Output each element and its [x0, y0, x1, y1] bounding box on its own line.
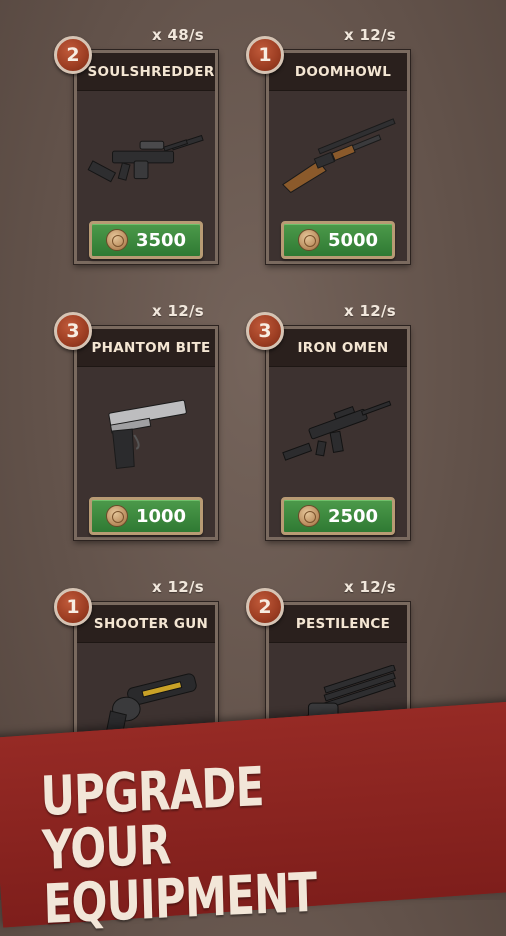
level-badge: 2 [246, 588, 284, 626]
weapon-name: PESTILENCE [269, 605, 407, 643]
fire-rate: x 12/s [344, 302, 396, 320]
weapon-name: PHANTOM BITE [77, 329, 215, 367]
weapon-name: SOULSHREDDER [77, 53, 215, 91]
buy-button[interactable]: 1000 [89, 497, 203, 535]
coin-icon [105, 229, 128, 251]
level-badge: 1 [246, 36, 284, 74]
weapon-name: SHOOTER GUN [77, 605, 215, 643]
carbine-icon [275, 379, 401, 489]
level-badge: 3 [246, 312, 284, 350]
price-label: 1000 [135, 505, 187, 527]
promo-headline-line2: EQUIPMENT [42, 860, 318, 936]
weapon-card-doomhowl[interactable]: x 12/s 1 DOOMHOWL 5000 [240, 24, 410, 264]
coin-icon [297, 229, 320, 251]
fire-rate: x 12/s [344, 578, 396, 596]
price-label: 2500 [327, 505, 379, 527]
price-label: 3500 [135, 229, 187, 251]
weapon-card-iron-omen[interactable]: x 12/s 3 IRON OMEN 2500 [240, 300, 410, 540]
weapon-card-body: PHANTOM BITE 1000 [74, 326, 218, 540]
assault-rifle-icon [83, 103, 209, 213]
price-label: 5000 [327, 229, 379, 251]
shotgun-icon [275, 103, 401, 213]
weapon-card-body: DOOMHOWL 5000 [266, 50, 410, 264]
coin-icon [105, 505, 128, 527]
weapon-card-body: IRON OMEN 2500 [266, 326, 410, 540]
level-badge: 1 [54, 588, 92, 626]
promo-headline-line1: UPGRADE YOUR [39, 755, 265, 882]
coin-icon [297, 505, 320, 527]
weapon-name: DOOMHOWL [269, 53, 407, 91]
weapon-card-soulshredder[interactable]: x 48/s 2 SOULSHREDDER 3500 [48, 24, 218, 264]
fire-rate: x 12/s [152, 578, 204, 596]
buy-button[interactable]: 2500 [281, 497, 395, 535]
fire-rate: x 12/s [344, 26, 396, 44]
weapon-name: IRON OMEN [269, 329, 407, 367]
weapon-card-body: SOULSHREDDER 3500 [74, 50, 218, 264]
buy-button[interactable]: 5000 [281, 221, 395, 259]
weapon-card-phantom-bite[interactable]: x 12/s 3 PHANTOM BITE 1000 [48, 300, 218, 540]
level-badge: 2 [54, 36, 92, 74]
buy-button[interactable]: 3500 [89, 221, 203, 259]
fire-rate: x 12/s [152, 302, 204, 320]
level-badge: 3 [54, 312, 92, 350]
pistol-icon [83, 379, 209, 489]
promo-headline: UPGRADE YOUR EQUIPMENT [39, 754, 408, 936]
fire-rate: x 48/s [152, 26, 204, 44]
